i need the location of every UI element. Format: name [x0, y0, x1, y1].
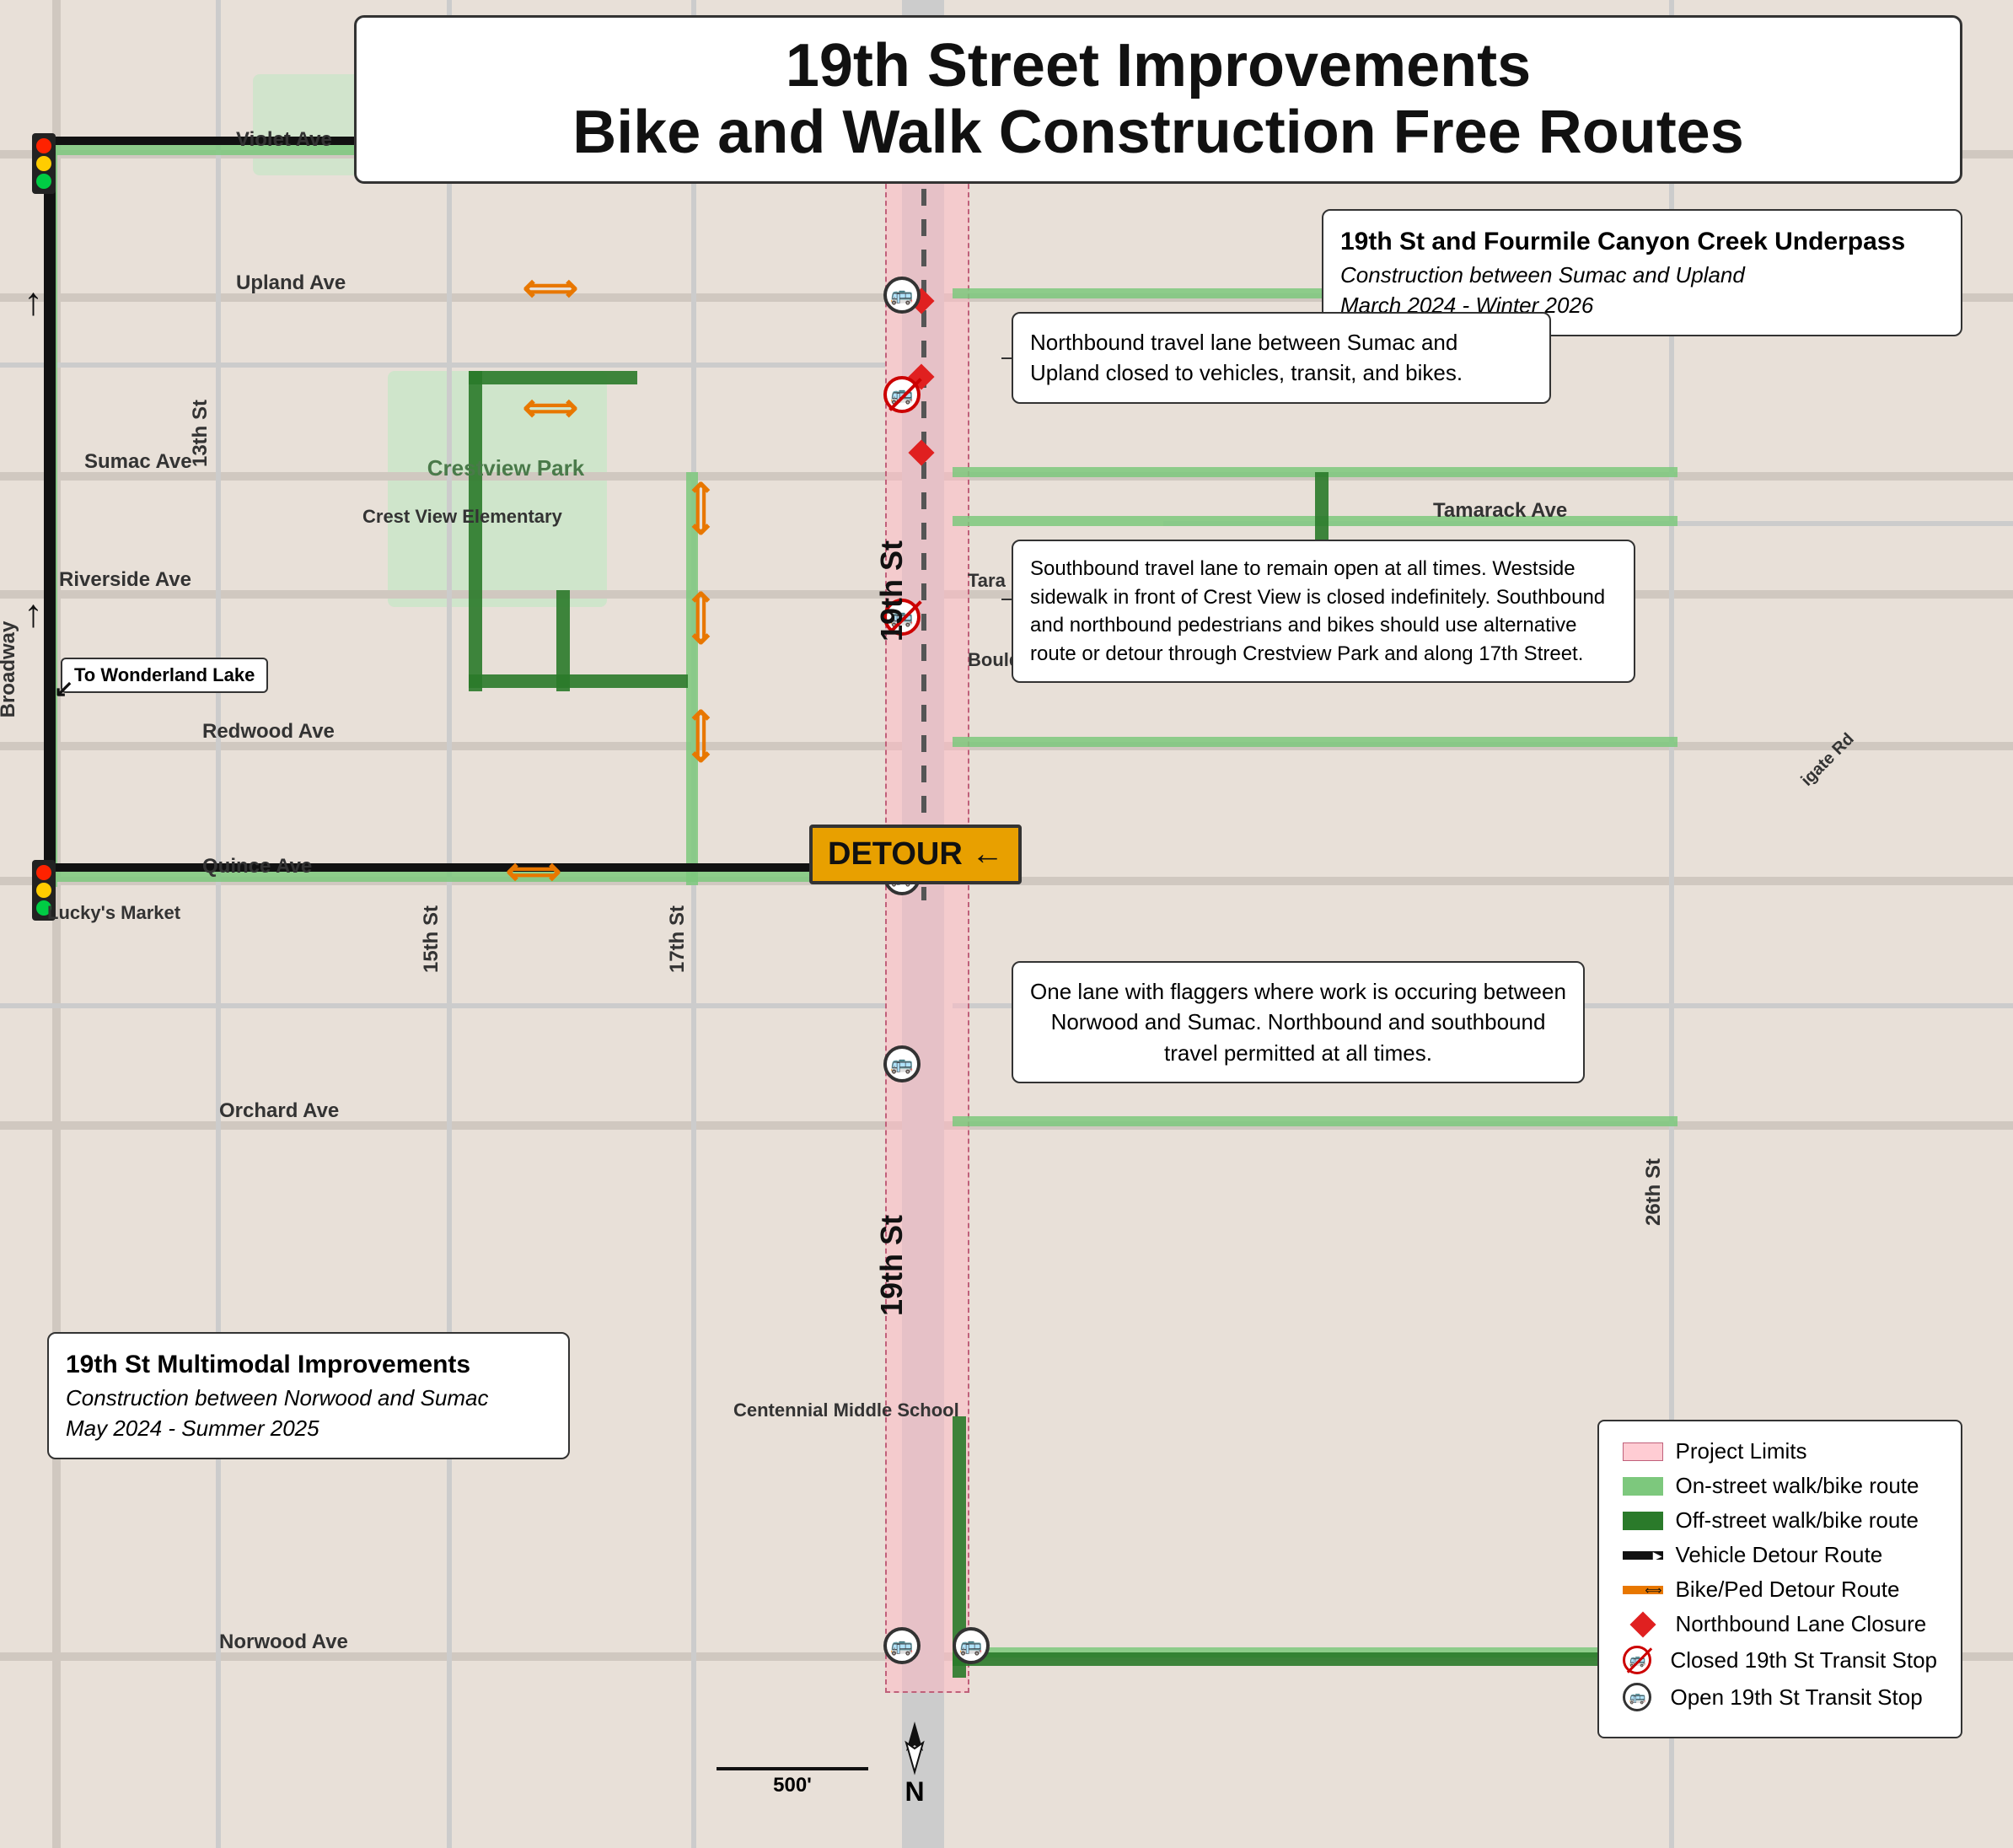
- legend-label-bikeped: Bike/Ped Detour Route: [1675, 1577, 1899, 1603]
- 19th-st-label-lower: 19th St: [874, 1215, 910, 1316]
- legend-diamond: [1630, 1611, 1656, 1637]
- 13th-st-label: 13th St: [189, 391, 212, 475]
- black-arrow-broadway-1: ↑: [24, 278, 43, 324]
- callout-northbound: Northbound travel lane between Sumac and…: [1012, 312, 1551, 404]
- callout-southbound: Southbound travel lane to remain open at…: [1012, 540, 1635, 683]
- callout-multimodal-line1: Construction between Norwood and Sumac: [66, 1383, 551, 1413]
- bidir-17th-1: ⟺: [683, 481, 722, 536]
- 15th-st-road: [447, 0, 452, 1848]
- tamarack-ave-label: Tamarack Ave: [1433, 499, 1567, 523]
- map-container: → ↑ ↑ ⟺ ⟺ ⟺ ⟺ ⟺ ⟺ 🚌 🚌 🚌 🚌 🚌 🚌 🚌 DETOUR ←: [0, 0, 2013, 1848]
- construction-dashes: [921, 158, 926, 900]
- callout-southbound-text: Southbound travel lane to remain open at…: [1030, 557, 1605, 665]
- quince-ave-label: Quince Ave: [202, 855, 312, 878]
- callout-northbound-text: Northbound travel lane between Sumac and…: [1030, 330, 1463, 385]
- dark-route-connect2: [469, 674, 688, 688]
- riverside-ave-label: Riverside Ave: [59, 568, 191, 592]
- bidir-17th-2: ⟺: [683, 590, 722, 646]
- legend-label-onstreet: On-street walk/bike route: [1675, 1473, 1919, 1499]
- legend-item-offstreet: Off-street walk/bike route: [1623, 1507, 1937, 1534]
- legend-bus-open: 🚌: [1623, 1683, 1651, 1711]
- bus-stop-norwood2: 🚌: [953, 1627, 990, 1664]
- legend-label-offstreet: Off-street walk/bike route: [1675, 1507, 1919, 1534]
- sumac-ave-label: Sumac Ave: [84, 450, 192, 474]
- gatehouse-rd-label: igate Rd: [1798, 729, 1859, 790]
- green-route-redwood: [953, 737, 1678, 747]
- legend-swatch-onstreet: [1623, 1477, 1663, 1496]
- vehicle-detour-broadway-v: [44, 137, 56, 873]
- legend-label-nb-closure: Northbound Lane Closure: [1675, 1611, 1926, 1637]
- green-route-quince-h: [52, 872, 904, 882]
- scale-bar: 500': [717, 1767, 868, 1797]
- detour-sign: DETOUR ←: [809, 825, 1022, 884]
- callout-one-lane-text: One lane with flaggers where work is occ…: [1030, 979, 1566, 1066]
- crest-view-label: Crest View Elementary: [362, 506, 531, 528]
- dark-route-crestview: [469, 371, 482, 691]
- legend-item-vehicle: ▶ Vehicle Detour Route: [1623, 1542, 1937, 1568]
- legend-item-bikeped: ⟺ Bike/Ped Detour Route: [1623, 1577, 1937, 1603]
- bus-stop-norwood: 🚌: [883, 1627, 921, 1664]
- legend-item-open-stop: 🚌 Open 19th St Transit Stop: [1623, 1683, 1937, 1711]
- traffic-light-north: [32, 133, 56, 194]
- 19th-st-label-upper: 19th St: [874, 540, 910, 642]
- 17th-st-road: [691, 0, 696, 1848]
- connector-northbound: [1001, 357, 1013, 359]
- bus-stop-closed-sumac: 🚌: [883, 376, 921, 413]
- orchard-ave-label: Orchard Ave: [219, 1099, 339, 1123]
- title-box: 19th Street Improvements Bike and Walk C…: [354, 15, 1962, 184]
- luckys-market-label: Lucky's Market: [47, 902, 157, 924]
- callout-one-lane: One lane with flaggers where work is occ…: [1012, 961, 1585, 1083]
- bidir-redwood: ⟺: [683, 708, 722, 764]
- vehicle-detour-quince: [52, 863, 904, 872]
- legend-label-closed-stop: Closed 19th St Transit Stop: [1670, 1647, 1937, 1673]
- legend-swatch-offstreet: [1623, 1512, 1663, 1530]
- callout-underpass-line1: Construction between Sumac and Upland: [1340, 260, 1944, 290]
- bus-stop-upland: 🚌: [883, 277, 921, 314]
- callout-multimodal-line2: May 2024 - Summer 2025: [66, 1413, 551, 1443]
- bidir-sumac: ⟺: [523, 388, 578, 427]
- black-arrow-broadway-2: ↑: [24, 590, 43, 636]
- detour-sign-text: DETOUR ←: [828, 836, 1003, 873]
- legend-bus-closed: 🚌: [1623, 1646, 1651, 1674]
- wonderland-arrow: ↙: [54, 674, 73, 702]
- 13th-st-road: [216, 0, 221, 1848]
- broadway-label: Broadway: [0, 619, 20, 720]
- legend-item-project-limits: Project Limits: [1623, 1438, 1937, 1464]
- redwood-ave-label: Redwood Ave: [202, 720, 335, 744]
- 26th-st-label: 26th St: [1642, 1150, 1666, 1234]
- violet-ave-label: Violet Ave: [236, 128, 332, 152]
- scale-label: 500': [773, 1774, 812, 1797]
- legend-item-onstreet: On-street walk/bike route: [1623, 1473, 1937, 1499]
- centennial-label: Centennial Middle School: [733, 1399, 885, 1421]
- legend-item-closed-stop: 🚌 Closed 19th St Transit Stop: [1623, 1646, 1937, 1674]
- north-label: N: [905, 1776, 924, 1808]
- legend-label-vehicle: Vehicle Detour Route: [1675, 1542, 1882, 1568]
- callout-multimodal-title: 19th St Multimodal Improvements: [66, 1347, 551, 1383]
- title-line2: Bike and Walk Construction Free Routes: [382, 99, 1935, 166]
- legend-label-open-stop: Open 19th St Transit Stop: [1670, 1684, 1922, 1711]
- callout-multimodal: 19th St Multimodal Improvements Construc…: [47, 1332, 570, 1459]
- green-route-orchard-e: [953, 1116, 1678, 1126]
- legend-label-project: Project Limits: [1675, 1438, 1806, 1464]
- north-arrow: N: [894, 1717, 936, 1808]
- norwood-ave-label: Norwood Ave: [219, 1630, 348, 1654]
- legend-item-nb-closure: Northbound Lane Closure: [1623, 1611, 1937, 1637]
- 17th-st-label: 17th St: [666, 897, 690, 981]
- bus-stop-below-quince: 🚌: [883, 1045, 921, 1082]
- wonderland-lake-box: To Wonderland Lake: [61, 658, 268, 693]
- crestview-park-label: Crestview Park: [405, 455, 607, 481]
- dark-route-connect1: [469, 371, 637, 384]
- bidir-quince: ⟺: [506, 851, 561, 890]
- legend-swatch-project: [1623, 1442, 1663, 1461]
- dark-route-connect3: [556, 590, 570, 691]
- dark-route-se2: [953, 1652, 1678, 1666]
- callout-underpass-title: 19th St and Fourmile Canyon Creek Underp…: [1340, 224, 1944, 260]
- legend-box: Project Limits On-street walk/bike route…: [1597, 1420, 1962, 1738]
- 15th-st-label: 15th St: [420, 897, 443, 981]
- upland-ave-label: Upland Ave: [236, 271, 346, 295]
- connector-southbound: [1001, 599, 1013, 600]
- title-line1: 19th Street Improvements: [382, 33, 1935, 99]
- bidir-upland-1: ⟺: [523, 268, 578, 307]
- wonderland-lake-text: To Wonderland Lake: [74, 664, 255, 685]
